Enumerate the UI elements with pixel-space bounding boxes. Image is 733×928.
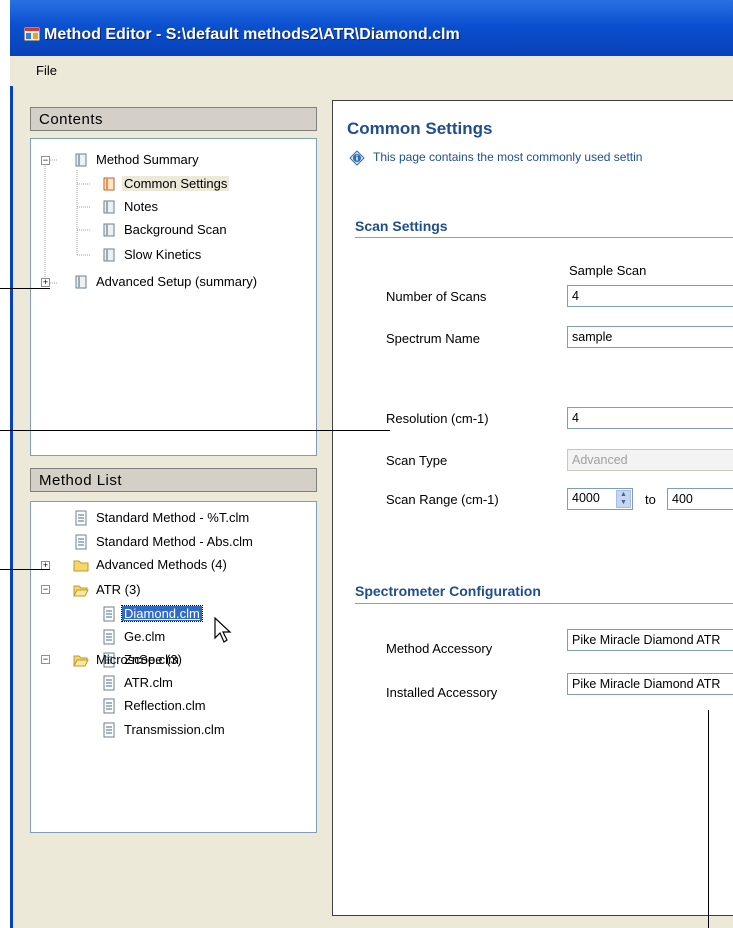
page-icon <box>103 223 115 237</box>
page-description: This page contains the most commonly use… <box>373 150 643 164</box>
spinner-arrows-icon[interactable]: ▲ ▼ <box>616 490 631 508</box>
file-icon <box>103 606 115 622</box>
method-accessory-label: Method Accessory <box>386 641 493 656</box>
tree-item-notes[interactable]: Notes <box>103 198 160 216</box>
tree-item-standard-method-abs[interactable]: Standard Method - Abs.clm <box>75 533 255 551</box>
number-of-scans-input[interactable]: 4 <box>567 285 733 307</box>
tree-item-common-settings[interactable]: Common Settings <box>103 175 230 193</box>
method-accessory-field[interactable]: Pike Miracle Diamond ATR <box>567 629 733 651</box>
scan-range-to-input[interactable]: 400 <box>667 488 733 510</box>
scan-type-select: Advanced <box>567 449 733 471</box>
scan-type-label: Scan Type <box>386 453 448 468</box>
page-icon <box>103 200 115 214</box>
scan-range-from-spinner[interactable]: 4000 ▲ ▼ <box>567 488 633 510</box>
callout-line-contents <box>0 288 50 289</box>
scan-settings-title: Scan Settings <box>355 218 448 234</box>
tree-item-diamond[interactable]: Diamond.clm <box>103 605 203 623</box>
collapse-microscope-icon[interactable]: − <box>41 655 50 664</box>
resolution-input[interactable]: 4 <box>567 407 733 429</box>
scan-range-label: Scan Range (cm-1) <box>386 492 499 507</box>
file-icon <box>103 698 115 714</box>
sample-scan-column-header: Sample Scan <box>569 263 647 278</box>
collapse-atr-icon[interactable]: − <box>41 585 50 594</box>
installed-accessory-label: Installed Accessory <box>386 685 498 700</box>
resolution-label: Resolution (cm-1) <box>386 411 489 426</box>
book-icon <box>75 153 87 167</box>
folder-icon <box>73 560 89 572</box>
spectrum-name-input[interactable]: sample <box>567 326 733 348</box>
number-of-scans-label: Number of Scans <box>386 289 487 304</box>
title-bar: Method Editor - S:\default methods2\ATR\… <box>10 0 733 56</box>
callout-line-method-list <box>0 569 50 570</box>
expand-advanced-setup-icon[interactable]: + <box>41 278 50 287</box>
page-icon-active <box>103 177 115 191</box>
tree-item-standard-method-t[interactable]: Standard Method - %T.clm <box>75 509 251 527</box>
menu-file[interactable]: File <box>36 63 57 78</box>
tree-item-transmission[interactable]: Transmission.clm <box>103 721 227 739</box>
mouse-cursor-icon <box>214 616 232 643</box>
scan-settings-divider <box>355 237 733 238</box>
folder-open-icon <box>73 655 89 667</box>
installed-accessory-field[interactable]: Pike Miracle Diamond ATR <box>567 673 733 695</box>
settings-panel: Common Settings This page contains the m… <box>332 100 733 916</box>
tree-item-atr-folder[interactable]: ATR (3) <box>73 581 143 599</box>
method-list-header: Method List <box>30 468 317 492</box>
file-icon <box>75 510 87 526</box>
book-icon <box>75 275 87 289</box>
callout-line-splitter <box>0 430 390 431</box>
app-icon <box>24 27 40 41</box>
tree-item-background-scan[interactable]: Background Scan <box>103 221 229 239</box>
file-icon <box>103 675 115 691</box>
tree-item-advanced-setup[interactable]: Advanced Setup (summary) <box>75 273 259 291</box>
callout-line-settings <box>708 710 709 928</box>
tree-item-advanced-methods[interactable]: Advanced Methods (4) <box>73 556 229 574</box>
tree-item-slow-kinetics[interactable]: Slow Kinetics <box>103 246 203 264</box>
page-title: Common Settings <box>347 119 493 138</box>
tree-item-method-summary[interactable]: Method Summary <box>75 151 201 169</box>
spectrometer-divider <box>355 603 733 604</box>
folder-open-icon <box>73 585 89 597</box>
tree-item-ge[interactable]: Ge.clm <box>103 628 167 646</box>
spectrum-name-label: Spectrum Name <box>386 331 480 346</box>
info-icon <box>349 150 365 166</box>
window-title: Method Editor - S:\default methods2\ATR\… <box>44 26 460 43</box>
page-icon <box>103 248 115 262</box>
file-icon <box>103 722 115 738</box>
menu-bar: File <box>10 56 733 86</box>
tree-item-microscope-atr[interactable]: ATR.clm <box>103 674 175 692</box>
scan-range-to-label: to <box>645 492 656 507</box>
file-icon <box>75 534 87 550</box>
tree-item-reflection[interactable]: Reflection.clm <box>103 697 208 715</box>
file-icon <box>103 629 115 645</box>
contents-header: Contents <box>30 107 317 131</box>
tree-item-microscope-folder[interactable]: Microscope (3) <box>73 651 184 669</box>
spectrometer-config-title: Spectrometer Configuration <box>355 583 541 599</box>
collapse-method-summary-icon[interactable]: − <box>41 156 50 165</box>
